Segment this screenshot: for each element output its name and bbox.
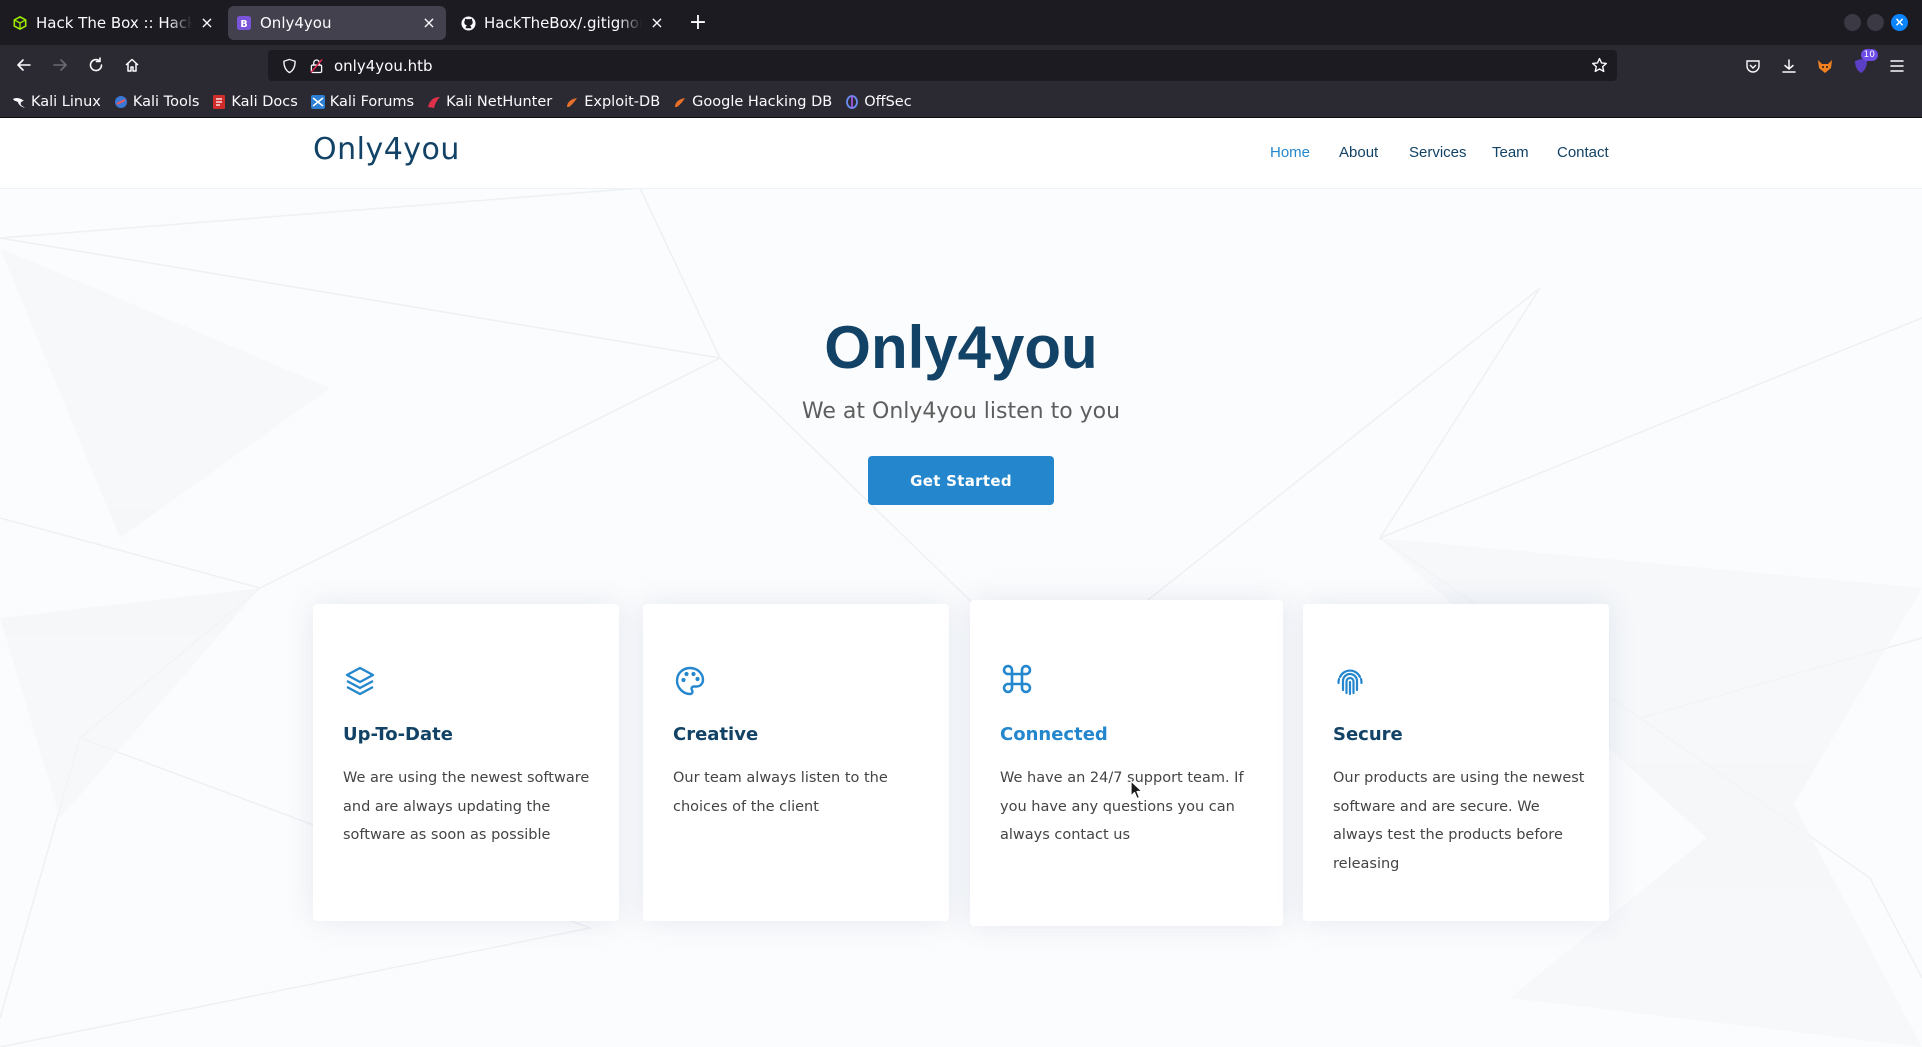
bookmark-label: OffSec — [864, 93, 912, 110]
tracking-shield-icon[interactable] — [280, 57, 298, 75]
background-polygon-pattern — [0, 187, 1922, 1047]
extension-badge: 10 — [1860, 49, 1878, 61]
tab-close-icon[interactable]: × — [420, 14, 438, 32]
ghdb-icon — [673, 95, 687, 109]
bookmarks-toolbar: Kali Linux Kali Tools Kali Docs Kali For… — [0, 86, 1922, 118]
tab-github[interactable]: HackTheBox/.gitignore/only4you × — [452, 6, 674, 40]
bookmark-label: Kali NetHunter — [446, 93, 553, 110]
bookmark-offsec[interactable]: OffSec — [845, 94, 912, 110]
bookmark-label: Kali Tools — [132, 93, 200, 110]
forward-arrow-icon[interactable] — [46, 51, 74, 79]
site-header: Only4you Home About Services Team Contac… — [0, 118, 1922, 189]
reload-icon[interactable] — [82, 51, 110, 79]
kali-tools-icon — [114, 95, 128, 109]
kali-docs-icon — [212, 94, 226, 109]
kali-forums-icon — [310, 94, 325, 109]
nav-about[interactable]: About — [1339, 144, 1378, 161]
mouse-cursor-icon — [1130, 780, 1143, 800]
bookmark-kali-linux[interactable]: Kali Linux — [12, 94, 101, 110]
bookmark-kali-forums[interactable]: Kali Forums — [310, 93, 415, 110]
bookmark-label: Google Hacking DB — [692, 93, 833, 110]
fingerprint-icon — [1333, 664, 1367, 698]
nav-team[interactable]: Team — [1492, 144, 1529, 161]
maximize-window-icon[interactable] — [1867, 14, 1884, 31]
bookmark-kali-docs[interactable]: Kali Docs — [212, 93, 298, 110]
feature-card-up-to-date: Up-To-Date We are using the newest softw… — [313, 604, 619, 921]
bookmark-label: Kali Linux — [31, 93, 101, 110]
site-logo[interactable]: Only4you — [313, 132, 460, 167]
tab-title: HackTheBox/.gitignore/only4you — [484, 14, 642, 32]
feature-title: Connected — [1000, 724, 1108, 745]
pocket-icon[interactable] — [1742, 55, 1764, 77]
bookmark-kali-nethunter[interactable]: Kali NetHunter — [427, 94, 552, 110]
tab-hackthebox[interactable]: Hack The Box :: Hack The Box × — [4, 6, 224, 40]
tab-only4you[interactable]: B Only4you × — [228, 6, 446, 40]
web-page: Only4you Home About Services Team Contac… — [0, 118, 1922, 1047]
bookmark-exploit-db[interactable]: Exploit-DB — [565, 94, 660, 110]
layers-icon — [343, 664, 377, 698]
url-text: only4you.htb — [334, 56, 433, 75]
offsec-icon — [845, 94, 859, 109]
bookmark-star-icon[interactable] — [1589, 55, 1609, 75]
feature-text: We have an 24/7 support team. If you hav… — [1000, 770, 1244, 843]
tab-title: Hack The Box :: Hack The Box — [36, 14, 192, 32]
feature-card-connected: Connected We have an 24/7 support team. … — [970, 600, 1283, 926]
url-bar[interactable]: only4you.htb — [268, 50, 1617, 81]
extension-shield-icon[interactable]: 10 — [1850, 49, 1878, 77]
nethunter-icon — [427, 95, 441, 109]
bookmark-google-hacking-db[interactable]: Google Hacking DB — [673, 94, 832, 110]
home-icon[interactable] — [118, 51, 146, 79]
tab-close-icon[interactable]: × — [198, 14, 216, 32]
foxyproxy-extension-icon[interactable] — [1814, 55, 1836, 77]
nav-services[interactable]: Services — [1409, 144, 1467, 161]
browser-tab-bar: Hack The Box :: Hack The Box × B Only4yo… — [0, 0, 1922, 45]
feature-text: Our team always listen to the choices of… — [673, 770, 888, 815]
new-tab-plus-icon[interactable]: + — [685, 10, 711, 36]
kali-dragon-icon — [12, 95, 26, 109]
htb-cube-icon — [12, 15, 28, 31]
bootstrap-b-icon: B — [236, 15, 252, 31]
feature-text: Our products are using the newest softwa… — [1333, 770, 1585, 872]
feature-card-secure: Secure Our products are using the newest… — [1303, 604, 1609, 921]
bookmark-label: Exploit-DB — [584, 93, 661, 110]
hero-title: Only4you — [824, 314, 1098, 381]
palette-icon — [673, 664, 707, 698]
insecure-lock-icon[interactable] — [308, 57, 324, 75]
close-window-icon[interactable]: × — [1891, 14, 1908, 31]
nav-home[interactable]: Home — [1270, 144, 1310, 161]
get-started-button[interactable]: Get Started — [868, 456, 1054, 505]
downloads-icon[interactable] — [1778, 55, 1800, 77]
back-arrow-icon[interactable] — [10, 51, 38, 79]
hero-subtitle: We at Only4you listen to you — [801, 399, 1121, 424]
exploitdb-icon — [565, 95, 579, 109]
command-icon — [1000, 662, 1034, 696]
bookmark-label: Kali Docs — [231, 93, 298, 110]
feature-title: Up-To-Date — [343, 724, 453, 745]
hamburger-menu-icon[interactable] — [1886, 55, 1908, 77]
minimize-window-icon[interactable] — [1844, 14, 1861, 31]
feature-title: Creative — [673, 724, 759, 745]
bookmark-label: Kali Forums — [329, 93, 415, 110]
browser-nav-bar: only4you.htb 10 — [0, 45, 1922, 86]
tab-title: Only4you — [260, 14, 332, 32]
feature-title: Secure — [1333, 724, 1403, 745]
bookmark-kali-tools[interactable]: Kali Tools — [114, 93, 200, 110]
github-icon — [460, 15, 476, 31]
nav-contact[interactable]: Contact — [1557, 144, 1609, 161]
svg-text:B: B — [240, 19, 247, 30]
feature-text: We are using the newest software and are… — [343, 770, 590, 843]
feature-card-creative: Creative Our team always listen to the c… — [643, 604, 949, 921]
tab-close-icon[interactable]: × — [648, 14, 666, 32]
